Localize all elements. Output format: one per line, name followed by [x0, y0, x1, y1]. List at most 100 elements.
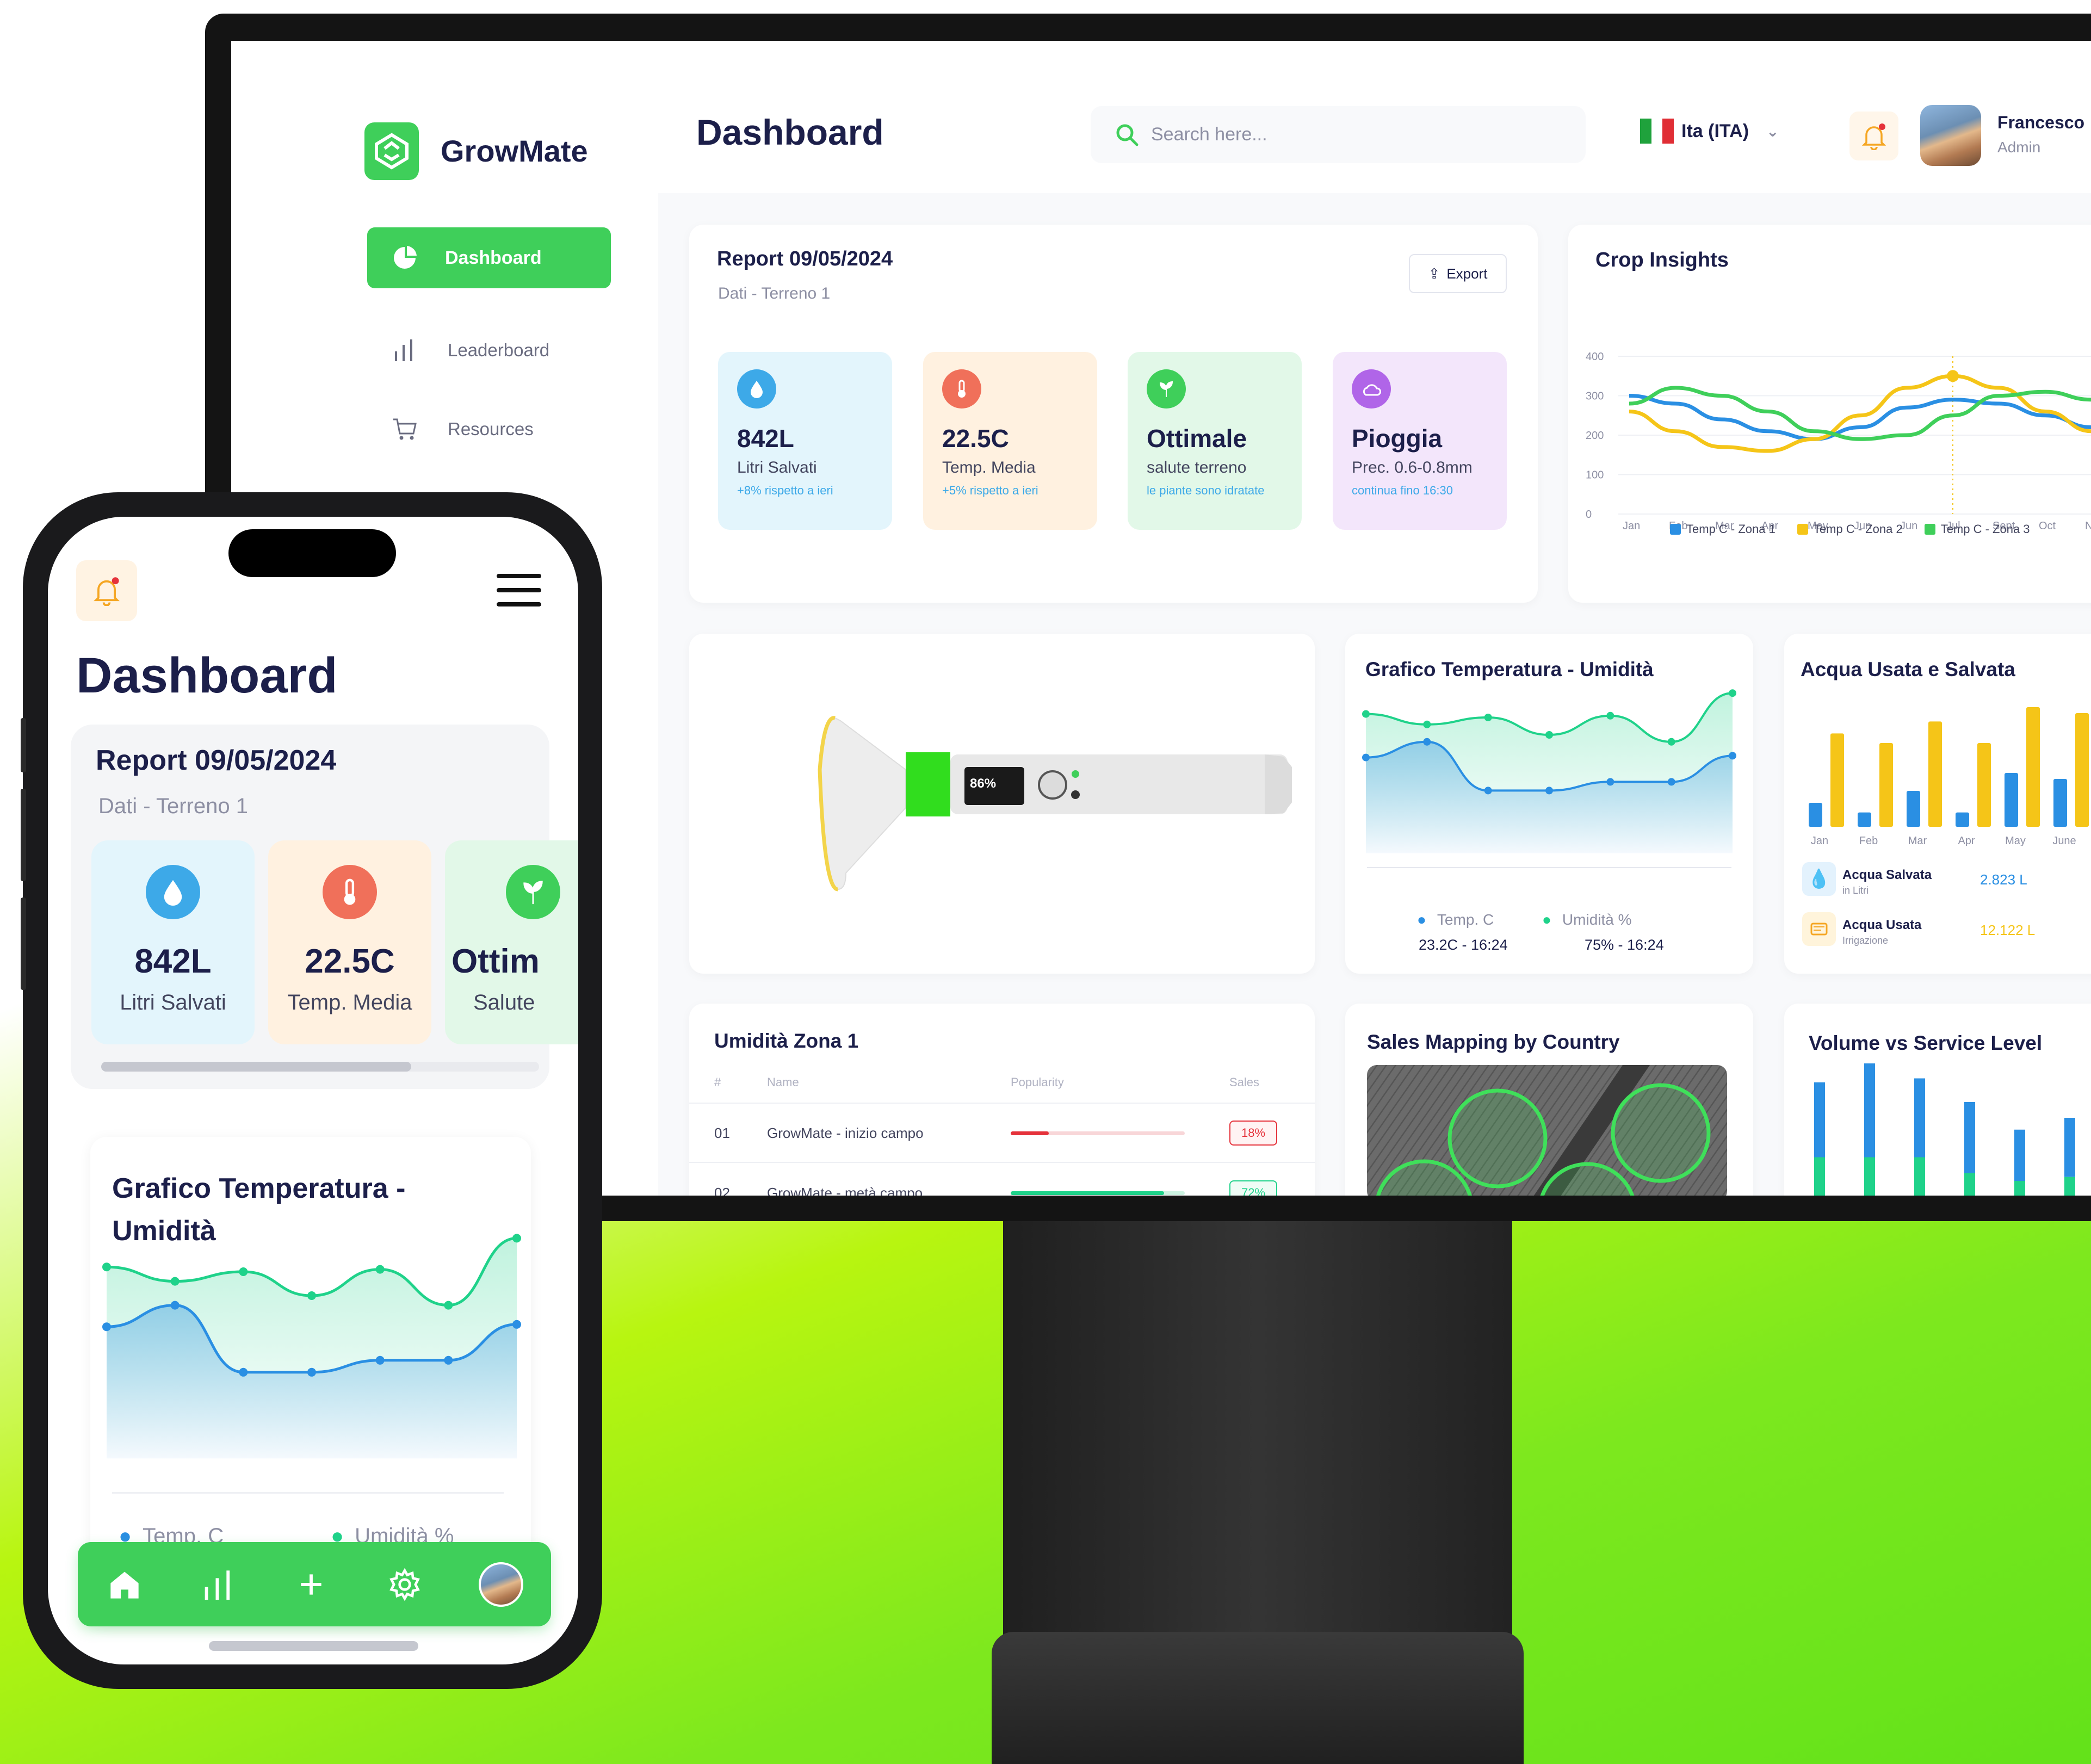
phone-button — [21, 898, 26, 990]
legend-temp-label: Temp. C — [1437, 911, 1494, 928]
avatar[interactable] — [1920, 105, 1981, 166]
kpi-card-weather[interactable]: Pioggia Prec. 0.6-0.8mm continua fino 16… — [1333, 352, 1507, 530]
bell-icon — [1861, 123, 1886, 150]
report-title: Report 09/05/2024 — [717, 247, 893, 270]
sidebar-item-dashboard[interactable]: Dashboard — [367, 227, 611, 288]
growmate-logo-icon[interactable] — [364, 122, 419, 180]
y-tick-label: 0 — [1586, 509, 1592, 521]
avatar[interactable] — [479, 1562, 524, 1607]
water-title: Acqua Usata e Salvata — [1801, 658, 2015, 680]
bar — [1914, 1078, 1925, 1158]
bar — [1964, 1173, 1975, 1196]
search-icon — [1116, 124, 1139, 146]
legend-swatch — [1924, 524, 1935, 535]
legend-temp-value: 23.2C - 16:24 — [1419, 937, 1508, 953]
data-point — [444, 1356, 453, 1365]
phone-kpi-soil[interactable]: Ottim Salute — [445, 840, 578, 1044]
legend-item: Temp C - Zona 2 — [1797, 522, 1903, 536]
search-input[interactable]: Search here... — [1091, 106, 1586, 163]
phone-kpi-water[interactable]: 842L Litri Salvati — [91, 840, 255, 1044]
sidebar-item-label: Resources — [448, 419, 534, 439]
sidebar-item-leaderboard[interactable]: Leaderboard — [392, 337, 549, 363]
bar — [2075, 713, 2089, 827]
kpi-card-water[interactable]: 842L Litri Salvati +8% rispetto a ieri — [718, 352, 892, 530]
row-number: 01 — [714, 1125, 730, 1141]
horizontal-scrollbar[interactable] — [101, 1062, 539, 1072]
bar — [2014, 1129, 2025, 1181]
language-select[interactable]: Ita (ITA) ⌄ — [1640, 119, 1779, 144]
bell-icon — [94, 577, 120, 606]
bar — [1814, 1082, 1825, 1158]
row-name: GrowMate - metà campo — [767, 1185, 923, 1196]
dynamic-island — [228, 529, 396, 577]
temp-legend: ● Temp. C — [1417, 911, 1494, 928]
y-tick-label: 200 — [1586, 430, 1604, 442]
x-tick-label: Mar — [1908, 835, 1927, 846]
legend-hum-label: Umidità % — [1562, 911, 1632, 928]
kpi-card-soil-health[interactable]: Ottimale salute terreno le piante sono i… — [1128, 352, 1302, 530]
search-placeholder: Search here... — [1151, 124, 1267, 145]
bar — [1907, 791, 1920, 827]
home-icon[interactable] — [106, 1565, 144, 1604]
sidebar-item-resources[interactable]: Resources — [392, 416, 534, 442]
temp-humidity-chart — [1362, 689, 1736, 868]
notifications-button[interactable] — [1849, 112, 1898, 160]
data-point — [307, 1367, 316, 1377]
data-point — [1729, 752, 1736, 760]
x-tick-label: Oct — [2039, 520, 2056, 532]
popularity-fill — [1011, 1191, 1164, 1195]
popularity-track — [1011, 1191, 1185, 1195]
report-subtitle: Dati - Terreno 1 — [718, 284, 831, 302]
y-tick-label: 300 — [1586, 391, 1604, 403]
cart-icon — [393, 418, 417, 440]
data-point — [1606, 778, 1614, 786]
gear-icon[interactable] — [386, 1565, 424, 1604]
bar — [2026, 707, 2040, 827]
col-popularity: Popularity — [1011, 1075, 1064, 1089]
table-row[interactable]: 02 GrowMate - metà campo 72% — [689, 1164, 1315, 1196]
kpi-value: Ottim — [451, 943, 540, 980]
data-point — [1362, 710, 1370, 718]
phone-temp-humidity-chart — [102, 1234, 521, 1459]
phone-report-subtitle: Dati - Terreno 1 — [98, 794, 248, 818]
popularity-fill — [1011, 1131, 1049, 1135]
bar-chart-icon[interactable] — [199, 1565, 237, 1604]
page-title: Dashboard — [696, 112, 884, 152]
x-tick-label: Nov — [2085, 520, 2091, 532]
x-tick-label: Jan — [1811, 835, 1828, 846]
pie-chart-icon — [394, 246, 417, 269]
data-point — [512, 1320, 521, 1329]
volume-title: Volume vs Service Level — [1809, 1032, 2043, 1054]
data-point — [1362, 753, 1370, 762]
table-row[interactable]: 01 GrowMate - inizio campo 18% — [689, 1104, 1315, 1163]
thermometer-icon — [942, 369, 981, 408]
water-saved-value: 2.823 L — [1980, 871, 2027, 888]
phone-kpi-temperature[interactable]: 22.5C Temp. Media — [268, 840, 431, 1044]
bar — [1814, 1157, 1825, 1196]
x-tick-label: May — [2005, 835, 2026, 846]
plus-icon[interactable] — [292, 1565, 330, 1604]
water-drop-icon — [737, 369, 776, 408]
kpi-note: continua fino 16:30 — [1352, 484, 1453, 497]
data-point — [102, 1262, 111, 1272]
series-line — [1629, 394, 2091, 441]
kpi-note: +5% rispetto a ieri — [942, 484, 1038, 497]
bar — [1879, 743, 1893, 827]
user-name: Francesco — [1997, 113, 2085, 132]
bar — [2064, 1118, 2075, 1177]
sidebar-item-label: Dashboard — [445, 247, 542, 268]
kpi-value: 22.5C — [305, 943, 395, 980]
notifications-button[interactable] — [76, 560, 137, 621]
menu-icon[interactable] — [497, 574, 541, 606]
temp-humidity-title: Grafico Temperatura - Umidità — [1365, 658, 1654, 680]
kpi-card-temperature[interactable]: 22.5C Temp. Media +5% rispetto a ieri — [923, 352, 1097, 530]
data-point — [512, 1234, 521, 1243]
scrollbar-thumb[interactable] — [101, 1062, 411, 1072]
water-saved-label: Acqua Salvata — [1842, 868, 1932, 882]
bar — [1956, 812, 1969, 827]
data-point — [1667, 738, 1675, 746]
export-button[interactable]: ⇪ Export — [1409, 254, 1507, 293]
phone-button — [21, 789, 26, 881]
data-point — [375, 1265, 385, 1274]
humidity-legend: ● Umidità % — [1542, 911, 1632, 928]
